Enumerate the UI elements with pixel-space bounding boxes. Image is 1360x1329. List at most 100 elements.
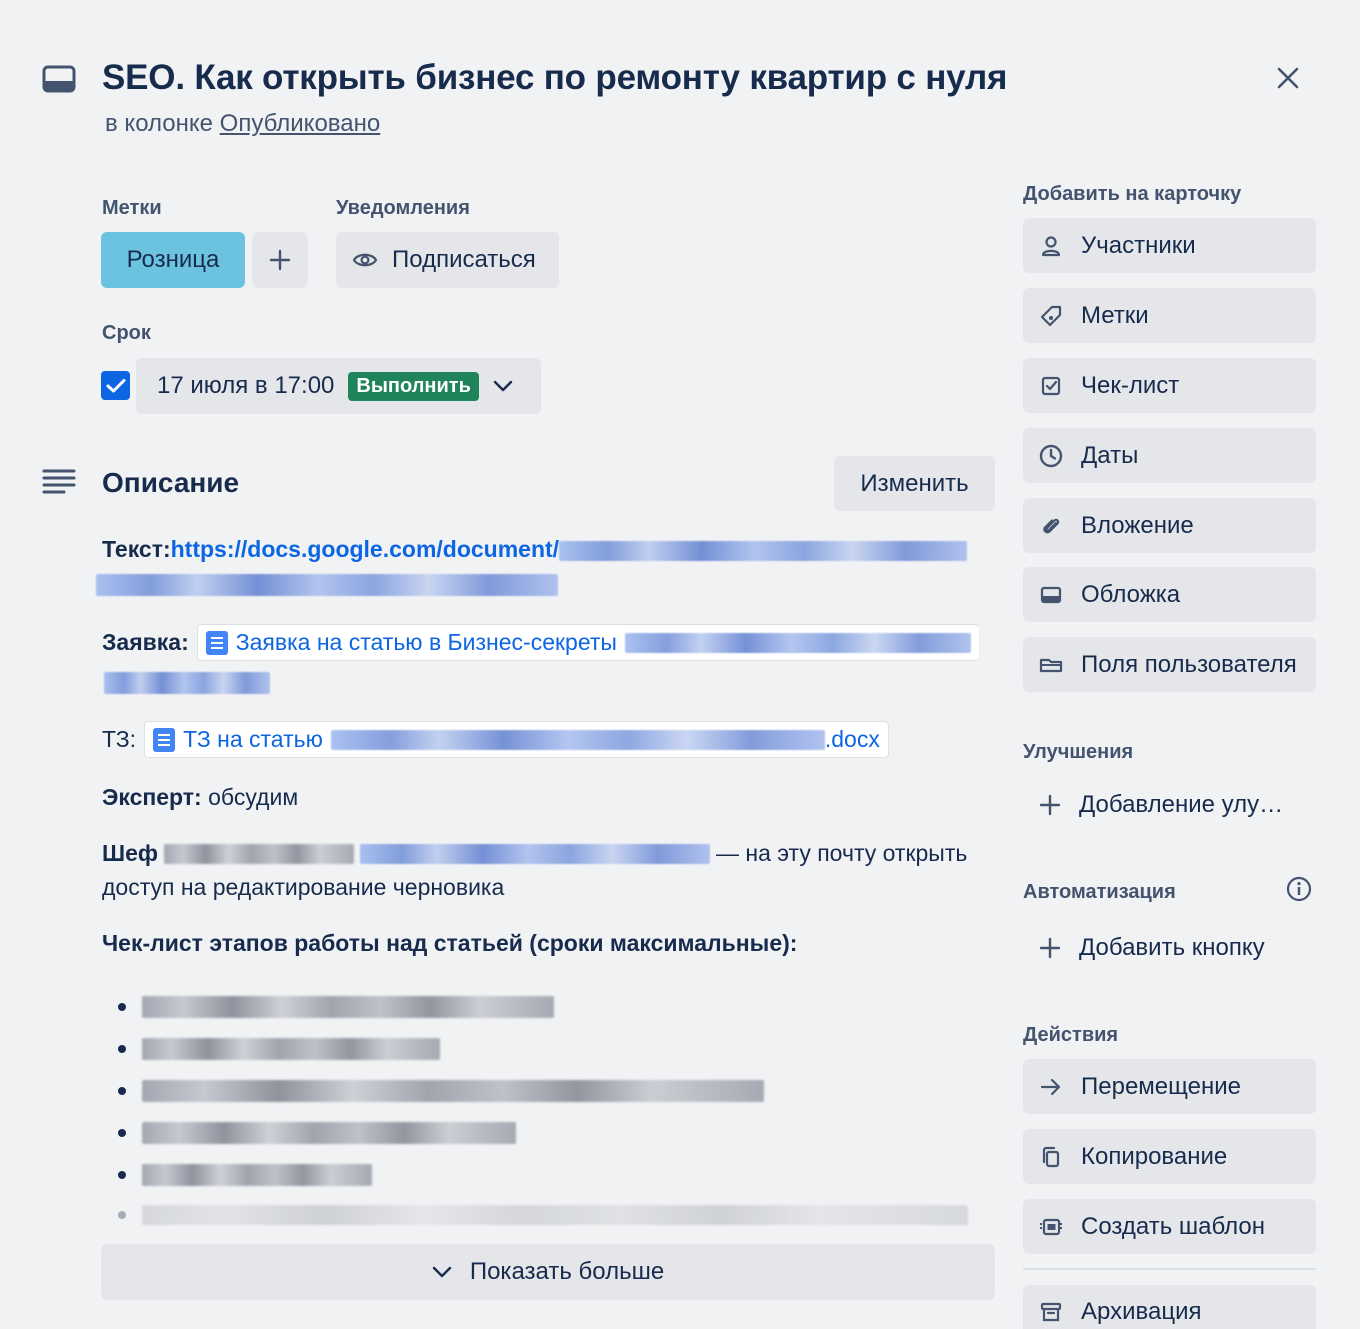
powerups-heading: Улучшения: [1023, 741, 1134, 763]
archive-button[interactable]: Архивация: [1023, 1285, 1316, 1329]
custom-fields-label: Поля пользователя: [1081, 650, 1297, 678]
add-powerup-label: Добавление улу…: [1079, 790, 1284, 818]
dates-label: Даты: [1081, 441, 1139, 469]
notifications-heading: Уведомления: [336, 197, 470, 219]
eye-icon: [352, 253, 378, 267]
create-template-label: Создать шаблон: [1081, 1212, 1266, 1240]
archive-icon: [1039, 1300, 1063, 1324]
due-heading: Срок: [102, 322, 151, 344]
add-button-label: Добавить кнопку: [1079, 933, 1265, 961]
dates-button[interactable]: Даты: [1023, 428, 1316, 483]
checklist-heading: Чек-лист этапов работы над статьей (срок…: [102, 930, 798, 956]
tz-link-text: ТЗ на статью: [183, 726, 323, 752]
text-line: Текст:https://docs.google.com/document/: [102, 536, 968, 563]
chef-suffix: — на эту почту открыть: [716, 840, 968, 866]
list-item: [118, 996, 554, 1018]
copy-label: Копирование: [1081, 1142, 1228, 1170]
tag-icon: [1039, 304, 1063, 328]
actions-divider: [1023, 1268, 1316, 1270]
clock-icon: [1039, 444, 1063, 468]
subscribe-button[interactable]: Подписаться: [336, 232, 559, 288]
redacted-chef-email: [360, 843, 711, 864]
text-label: Текст:: [102, 536, 171, 562]
close-icon: [1277, 67, 1299, 89]
checkmark-icon: [106, 378, 125, 392]
plus-icon: [1039, 794, 1061, 816]
checklist-button[interactable]: Чек-лист: [1023, 358, 1316, 413]
paperclip-icon: [1039, 514, 1063, 538]
add-label-button[interactable]: [252, 232, 308, 288]
request-smart-link[interactable]: Заявка на статью в Бизнес-секреты: [196, 624, 979, 661]
text-doc-link[interactable]: https://docs.google.com/document/: [171, 536, 559, 562]
checklist-label: Чек-лист: [1081, 371, 1180, 399]
redacted-link-part: [559, 540, 968, 561]
tz-line: ТЗ: ТЗ на статью .docx: [102, 721, 889, 758]
request-line: Заявка: Заявка на статью в Бизнес-секрет…: [102, 624, 979, 661]
chevron-down-icon: [432, 1266, 452, 1278]
custom-fields-button[interactable]: Поля пользователя: [1023, 637, 1316, 692]
redacted-request-continuation: [104, 672, 270, 694]
card-icon: [42, 64, 76, 94]
expert-line: Эксперт: обсудим: [102, 784, 298, 811]
expert-label: Эксперт:: [102, 784, 202, 810]
status-badge: Выполнить: [348, 371, 479, 401]
cover-button[interactable]: Обложка: [1023, 567, 1316, 622]
chef-label: Шеф: [102, 840, 159, 866]
edit-description-button[interactable]: Изменить: [834, 456, 995, 511]
card-location: в колонке Опубликовано: [105, 110, 380, 138]
attachment-label: Вложение: [1081, 511, 1194, 539]
description-heading: Описание: [102, 467, 240, 498]
create-template-button[interactable]: Создать шаблон: [1023, 1199, 1316, 1254]
request-label: Заявка:: [102, 629, 189, 655]
redacted-tz-title: [330, 729, 825, 750]
card-title[interactable]: SEO. Как открыть бизнес по ремонту кварт…: [102, 58, 1007, 98]
labels-label: Метки: [1081, 301, 1149, 329]
edit-label: Изменить: [860, 469, 969, 497]
due-date-text: 17 июля в 17:00: [157, 372, 335, 399]
labels-button[interactable]: Метки: [1023, 288, 1316, 343]
chef-line2: доступ на редактирование черновика: [102, 874, 505, 900]
list-item: [118, 1080, 764, 1102]
redacted-link-continuation: [96, 574, 558, 596]
redacted-request-line2: [104, 672, 270, 699]
add-powerup-button[interactable]: Добавление улу…: [1023, 777, 1316, 832]
show-more-button[interactable]: Показать больше: [101, 1244, 995, 1300]
add-button-button[interactable]: Добавить кнопку: [1023, 920, 1316, 975]
move-button[interactable]: Перемещение: [1023, 1059, 1316, 1114]
subtitle-prefix: в колонке: [105, 110, 213, 137]
actions-heading: Действия: [1023, 1024, 1119, 1046]
description-icon: [42, 468, 76, 496]
chef-line: Шеф — на эту почту открыть: [102, 840, 967, 867]
subscribe-label: Подписаться: [392, 246, 536, 273]
tz-link-suffix: .docx: [824, 726, 880, 752]
info-icon[interactable]: [1286, 876, 1312, 902]
google-doc-icon: [205, 630, 228, 655]
cover-label: Обложка: [1081, 580, 1181, 608]
tz-smart-link[interactable]: ТЗ на статью .docx: [144, 721, 889, 758]
list-item: [118, 1122, 516, 1144]
column-link[interactable]: Опубликовано: [220, 110, 381, 137]
redacted-link-line2: [96, 574, 558, 601]
due-date-button[interactable]: 17 июля в 17:00 Выполнить: [136, 358, 541, 414]
redacted-chef-name: [164, 843, 355, 864]
archive-label: Архивация: [1081, 1298, 1202, 1325]
add-to-card-heading: Добавить на карточку: [1023, 183, 1242, 205]
close-button[interactable]: [1268, 58, 1308, 98]
copy-button[interactable]: Копирование: [1023, 1129, 1316, 1184]
attachment-button[interactable]: Вложение: [1023, 498, 1316, 553]
due-complete-checkbox[interactable]: [101, 371, 130, 400]
list-item: [118, 1205, 968, 1225]
members-button[interactable]: Участники: [1023, 218, 1316, 273]
redacted-request-title: [624, 632, 971, 653]
list-item: [118, 1164, 372, 1186]
person-icon: [1039, 234, 1063, 258]
chevron-down-icon: [493, 380, 513, 392]
copy-icon: [1039, 1145, 1063, 1169]
request-link-text: Заявка на статью в Бизнес-секреты: [235, 629, 617, 655]
members-label: Участники: [1081, 231, 1196, 259]
automation-heading: Автоматизация: [1023, 881, 1176, 903]
label-chip[interactable]: Розница: [101, 232, 245, 288]
expert-value: обсудим: [208, 784, 299, 810]
custom-fields-icon: [1039, 653, 1063, 677]
checklist-icon: [1039, 374, 1063, 398]
